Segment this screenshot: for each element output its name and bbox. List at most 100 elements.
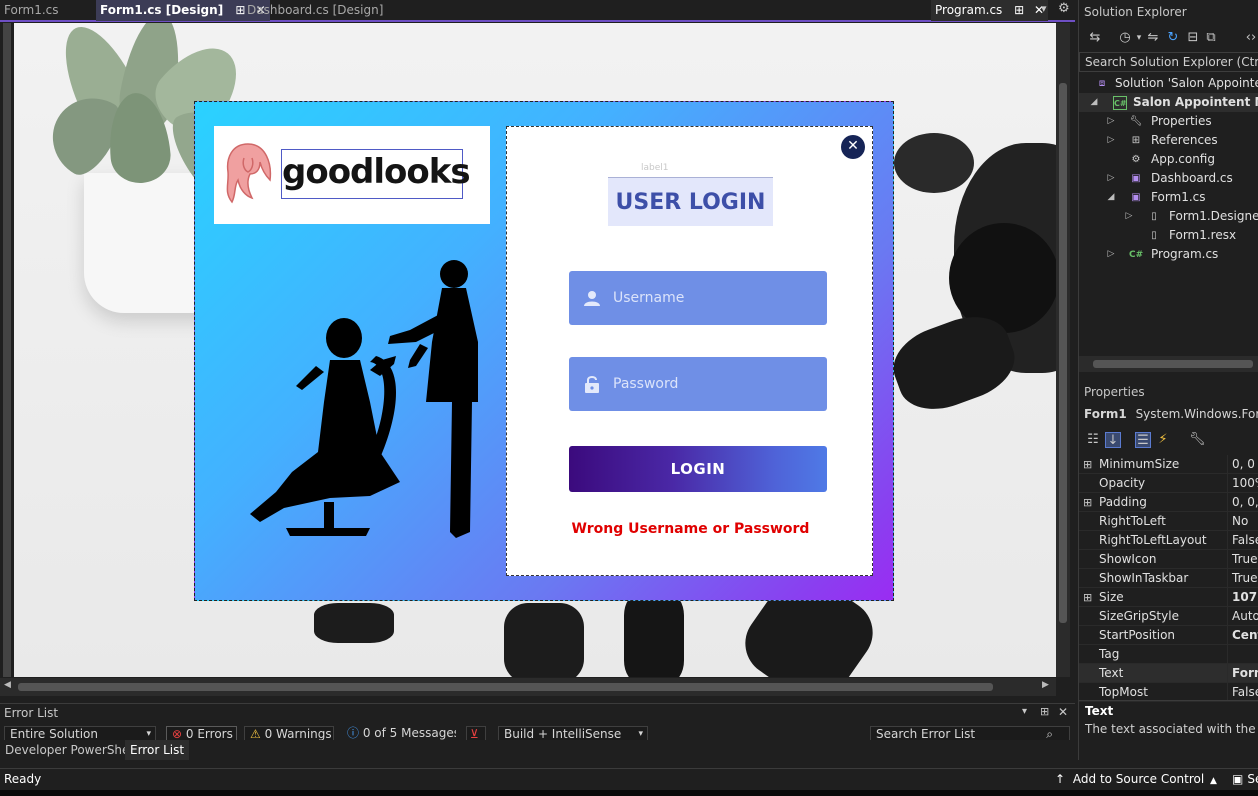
file-icon: ▯ [1151,211,1157,222]
refresh-icon[interactable]: ↻ [1165,30,1181,46]
password-field[interactable] [569,357,827,411]
property-row[interactable]: Tag [1079,645,1258,664]
property-row[interactable]: StartPosition Cente [1079,626,1258,645]
property-value[interactable]: 1071, [1227,588,1258,607]
tree-item-form1-resx[interactable]: ▯ Form1.resx [1079,226,1258,245]
notifications-button[interactable]: ▣Se [1232,772,1258,786]
collapsed-arrow-icon[interactable]: ▷ [1106,245,1116,264]
property-value[interactable]: 0, 0 [1227,455,1258,474]
lock-icon [585,376,599,393]
events-icon[interactable]: ⚡ [1155,432,1171,448]
collapsed-arrow-icon[interactable]: ▷ [1106,131,1116,150]
tree-item-app-config[interactable]: ⚙ App.config [1079,150,1258,169]
property-value[interactable]: Auto [1227,607,1258,626]
bottom-tab-bar: Developer PowerShell Error List [0,740,1075,760]
tab-overflow-icon[interactable]: ▾ [1041,2,1047,15]
property-row[interactable]: RightToLeftLayout False [1079,531,1258,550]
status-text: Ready [4,772,42,786]
property-row[interactable]: Text Form1 [1079,664,1258,683]
alphabetical-icon[interactable]: ↓ [1105,432,1121,448]
pin-icon[interactable]: ⊞ [1040,705,1049,718]
collapsed-arrow-icon[interactable]: ▷ [1106,112,1116,131]
description-title: Text [1085,704,1114,718]
properties-title: Properties [1084,385,1145,399]
tree-item-properties[interactable]: ▷ 🔧︎ Properties [1079,112,1258,131]
collapse-all-icon[interactable]: ⊟ [1185,30,1201,46]
left-scrollbar[interactable] [0,23,14,677]
username-field[interactable] [569,271,827,325]
expanded-arrow-icon[interactable]: ◢ [1089,93,1099,112]
object-name: Form1 [1084,407,1127,421]
close-icon[interactable]: ✕ [1058,705,1068,719]
pin-icon[interactable]: ⊞ [1014,3,1024,17]
tab-error-list[interactable]: Error List [125,740,190,760]
property-value[interactable]: 100% [1227,474,1258,493]
expand-icon[interactable]: ⊞ [1083,455,1092,474]
properties-icon[interactable]: ☰ [1135,432,1151,448]
error-message: Wrong Username or Password [571,521,810,537]
collapsed-arrow-icon[interactable]: ▷ [1106,169,1116,188]
canvas-horizontal-scrollbar[interactable]: ◀ ▶ [0,678,1056,696]
property-value[interactable] [1227,645,1258,664]
add-to-source-control-button[interactable]: ↑ Add to Source Control ▲ [1055,772,1217,786]
property-value[interactable]: Form1 [1227,664,1258,683]
tree-item-project[interactable]: ◢ C# Salon Appointent Mana [1079,93,1258,112]
tree-item-label: Form1.Designer.c [1169,209,1258,223]
gear-icon[interactable]: ⚙ [1058,1,1070,16]
show-all-files-icon[interactable]: ⧉ [1203,30,1219,46]
tree-item-program[interactable]: ▷ C# Program.cs [1079,245,1258,264]
form-icon: ▣ [1131,173,1141,184]
property-value[interactable]: True [1227,550,1258,569]
tab-program-cs[interactable]: Program.cs ⊞ ✕ [931,0,1049,21]
password-input[interactable] [613,357,818,411]
tree-item-form1-designer[interactable]: ▷ ▯ Form1.Designer.c [1079,207,1258,226]
property-pages-icon[interactable]: 🔧︎ [1189,432,1206,448]
scroll-right-icon[interactable]: ▶ [1042,680,1049,690]
tree-item-form1[interactable]: ◢ ▣ Form1.cs [1079,188,1258,207]
property-value[interactable]: Cente [1227,626,1258,645]
login-button[interactable]: LOGIN [569,446,827,492]
tree-item-references[interactable]: ▷ ⊞ References [1079,131,1258,150]
close-icon: ✕ [847,138,859,154]
property-value[interactable]: True [1227,569,1258,588]
property-row[interactable]: ⊞ Padding 0, 0, 0, [1079,493,1258,512]
property-row[interactable]: Opacity 100% [1079,474,1258,493]
username-input[interactable] [613,271,818,325]
solution-explorer-scrollbar[interactable] [1079,356,1258,372]
dropdown-icon[interactable]: ▾ [1022,706,1027,717]
property-row[interactable]: SizeGripStyle Auto [1079,607,1258,626]
expand-icon[interactable]: ⊞ [1083,493,1092,512]
expand-icon[interactable]: ⊞ [1083,588,1092,607]
canvas-vertical-scrollbar[interactable] [1056,23,1070,677]
solution-explorer-search[interactable]: Search Solution Explorer (Ctrl+;) [1079,52,1258,72]
tree-item-solution[interactable]: ⧈ Solution 'Salon Appointent [1079,74,1258,93]
properties-object-selector[interactable]: Form1 System.Windows.Forms.F [1084,404,1258,424]
scroll-left-icon[interactable]: ◀ [4,680,11,690]
arrow-up-icon: ↑ [1055,772,1066,786]
tree-item-label: Properties [1151,114,1212,128]
property-row[interactable]: RightToLeft No [1079,512,1258,531]
tree-item-dashboard[interactable]: ▷ ▣ Dashboard.cs [1079,169,1258,188]
tab-form1-cs[interactable]: Form1.cs [0,0,63,21]
property-row[interactable]: ShowIcon True [1079,550,1258,569]
property-row[interactable]: ⊞ Size 1071, [1079,588,1258,607]
chevron-up-icon: ▲ [1210,776,1217,786]
tab-dashboard-design[interactable]: Dashboard.cs [Design] [243,0,387,21]
sync-icon[interactable]: ⇆ [1087,30,1103,46]
property-row[interactable]: ShowInTaskbar True [1079,569,1258,588]
property-row[interactable]: ⊞ MinimumSize 0, 0 [1079,455,1258,474]
categorized-icon[interactable]: ☷ [1085,432,1101,448]
property-value[interactable]: False [1227,531,1258,550]
errors-count: 0 Errors [185,727,233,741]
tab-label: Form1.cs [Design] [100,3,224,17]
tab-developer-powershell[interactable]: Developer PowerShell [0,740,141,760]
close-button[interactable]: ✕ [841,135,865,159]
error-list-title: Error List [4,706,59,720]
collapsed-arrow-icon[interactable]: ▷ [1124,207,1134,226]
tree-item-label: App.config [1151,152,1215,166]
property-value[interactable]: No [1227,512,1258,531]
swap-icon[interactable]: ⇋ [1145,30,1161,46]
expanded-arrow-icon[interactable]: ◢ [1106,188,1116,207]
property-value[interactable]: 0, 0, 0, [1227,493,1258,512]
code-icon[interactable]: ‹› [1243,30,1258,46]
